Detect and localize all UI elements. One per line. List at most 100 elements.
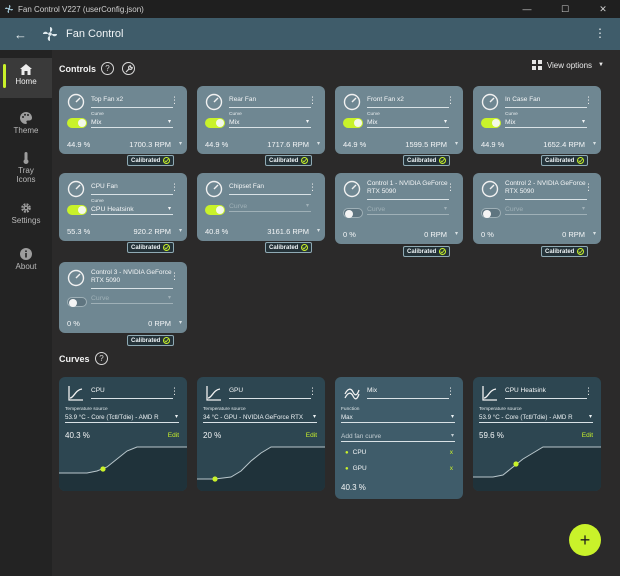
enable-toggle[interactable] xyxy=(67,118,87,128)
controls-help-icon[interactable]: ? xyxy=(101,62,114,75)
curve-select[interactable]: Curve Mix ▾ xyxy=(505,112,587,128)
curve-name[interactable]: Mix xyxy=(367,387,449,399)
card-menu-kebab-icon[interactable]: ⋮ xyxy=(584,95,593,106)
calibrated-badge[interactable]: Calibrated xyxy=(265,242,313,253)
curve-graph[interactable] xyxy=(197,443,325,491)
calibrated-badge[interactable]: Calibrated xyxy=(403,155,451,166)
wrench-icon[interactable] xyxy=(122,62,135,75)
card-menu-kebab-icon[interactable]: ⋮ xyxy=(170,95,179,106)
card-menu-kebab-icon[interactable]: ⋮ xyxy=(446,182,455,193)
card-menu-kebab-icon[interactable]: ⋮ xyxy=(170,386,179,397)
enable-toggle[interactable] xyxy=(481,118,501,128)
card-menu-kebab-icon[interactable]: ⋮ xyxy=(446,95,455,106)
curve-graph[interactable] xyxy=(473,443,601,491)
expand-chevron-icon[interactable]: ▾ xyxy=(179,227,182,234)
curves-help-icon[interactable]: ? xyxy=(95,352,108,365)
enable-toggle[interactable] xyxy=(67,205,87,215)
edit-button[interactable]: Edit xyxy=(306,432,317,439)
add-fan-curve-select[interactable]: Add fan curve ▾ xyxy=(341,432,455,442)
add-button[interactable]: + xyxy=(569,524,601,556)
control-name[interactable]: Top Fan x2 xyxy=(91,96,173,108)
curve-select[interactable]: Curve ▾ xyxy=(505,205,587,215)
expand-chevron-icon[interactable]: ▾ xyxy=(317,140,320,147)
curve-select[interactable]: Curve ▾ xyxy=(91,294,173,304)
enable-toggle[interactable] xyxy=(481,208,501,218)
edit-button[interactable]: Edit xyxy=(582,432,593,439)
temperature-source-select[interactable]: Temperature source 34 °C - GPU - NVIDIA … xyxy=(203,407,317,423)
close-button[interactable]: ✕ xyxy=(586,0,620,18)
card-menu-kebab-icon[interactable]: ⋮ xyxy=(446,386,455,397)
function-select[interactable]: Function Max ▾ xyxy=(341,407,455,423)
curve-graph[interactable] xyxy=(59,443,187,491)
curve-select[interactable]: Curve ▾ xyxy=(367,205,449,215)
app-title: Fan Control xyxy=(66,28,124,40)
control-name[interactable]: Rear Fan xyxy=(229,96,311,108)
edit-button[interactable]: Edit xyxy=(168,432,179,439)
calibrated-badge[interactable]: Calibrated xyxy=(265,155,313,166)
back-arrow-icon[interactable]: ← xyxy=(14,27,28,42)
curve-select[interactable]: Curve Mix ▾ xyxy=(91,112,173,128)
card-menu-kebab-icon[interactable]: ⋮ xyxy=(308,182,317,193)
control-name[interactable]: Control 2 - NVIDIA GeForce RTX 5090 xyxy=(505,180,587,200)
calibrated-badge[interactable]: Calibrated xyxy=(127,335,175,346)
calibrated-badge[interactable]: Calibrated xyxy=(127,242,175,253)
fan-percent: 0 % xyxy=(481,230,494,239)
curve-name[interactable]: GPU xyxy=(229,387,311,399)
current-point-marker xyxy=(513,461,519,467)
curve-select[interactable]: Curve Mix ▾ xyxy=(229,112,311,128)
temperature-source-select[interactable]: Temperature source 53.9 °C - Core (Tctl/… xyxy=(479,407,593,423)
control-name[interactable]: Front Fan x2 xyxy=(367,96,449,108)
sidebar-item-theme[interactable]: Theme xyxy=(0,112,52,135)
expand-chevron-icon[interactable]: ▾ xyxy=(455,140,458,147)
card-menu-kebab-icon[interactable]: ⋮ xyxy=(170,271,179,282)
curve-select[interactable]: Curve ▾ xyxy=(229,202,311,212)
enable-toggle[interactable] xyxy=(205,205,225,215)
card-menu-kebab-icon[interactable]: ⋮ xyxy=(584,386,593,397)
card-menu-kebab-icon[interactable]: ⋮ xyxy=(170,182,179,193)
calibrated-label: Calibrated xyxy=(407,248,437,255)
card-menu-kebab-icon[interactable]: ⋮ xyxy=(584,182,593,193)
expand-chevron-icon[interactable]: ▾ xyxy=(455,230,458,237)
fan-rpm: 0 RPM xyxy=(148,319,171,328)
temperature-source-select[interactable]: Temperature source 53.9 °C - Core (Tctl/… xyxy=(65,407,179,423)
app-menu-kebab-icon[interactable]: ⋮ xyxy=(594,26,606,40)
calibrated-badge[interactable]: Calibrated xyxy=(403,246,451,257)
dropdown-arrow-icon: ▾ xyxy=(588,414,592,420)
curve-name[interactable]: CPU xyxy=(91,387,173,399)
expand-chevron-icon[interactable]: ▾ xyxy=(179,140,182,147)
expand-chevron-icon[interactable]: ▾ xyxy=(593,230,596,237)
curve-select[interactable]: Curve Mix ▾ xyxy=(367,112,449,128)
curve-name[interactable]: CPU Heatsink xyxy=(505,387,587,399)
remove-item-button[interactable]: x xyxy=(450,449,453,456)
expand-chevron-icon[interactable]: ▾ xyxy=(179,319,182,326)
enable-toggle[interactable] xyxy=(343,208,363,218)
enable-toggle[interactable] xyxy=(205,118,225,128)
calibrated-badge[interactable]: Calibrated xyxy=(541,246,589,257)
fan-percent: 0 % xyxy=(343,230,356,239)
card-menu-kebab-icon[interactable]: ⋮ xyxy=(308,95,317,106)
minimize-button[interactable]: — xyxy=(510,0,544,18)
sidebar-item-about[interactable]: About xyxy=(0,248,52,271)
view-options-button[interactable]: View options ▼ xyxy=(531,60,604,70)
curve-select[interactable]: Curve CPU Heatsink ▾ xyxy=(91,199,173,215)
control-name[interactable]: Control 3 - NVIDIA GeForce RTX 5090 xyxy=(91,269,173,289)
sidebar-item-settings[interactable]: Settings xyxy=(0,202,52,225)
sidebar-item-tray-icons[interactable]: Tray Icons xyxy=(0,152,52,184)
curve-card-gpu: GPU ⋮ Temperature source 34 °C - GPU - N… xyxy=(197,377,325,491)
sidebar-item-label: Tray Icons xyxy=(16,166,36,184)
remove-item-button[interactable]: x xyxy=(450,465,453,472)
maximize-button[interactable]: ☐ xyxy=(548,0,582,18)
enable-toggle[interactable] xyxy=(343,118,363,128)
calibrated-badge[interactable]: Calibrated xyxy=(541,155,589,166)
expand-chevron-icon[interactable]: ▾ xyxy=(317,227,320,234)
control-name[interactable]: In Case Fan xyxy=(505,96,587,108)
calibrated-badge[interactable]: Calibrated xyxy=(127,155,175,166)
control-name[interactable]: Chipset Fan xyxy=(229,183,311,195)
control-name[interactable]: CPU Fan xyxy=(91,183,173,195)
bullet-icon: ● xyxy=(345,450,349,456)
enable-toggle[interactable] xyxy=(67,297,87,307)
expand-chevron-icon[interactable]: ▾ xyxy=(593,140,596,147)
card-menu-kebab-icon[interactable]: ⋮ xyxy=(308,386,317,397)
sidebar-item-home[interactable]: Home xyxy=(0,58,52,98)
control-name[interactable]: Control 1 - NVIDIA GeForce RTX 5090 xyxy=(367,180,449,200)
